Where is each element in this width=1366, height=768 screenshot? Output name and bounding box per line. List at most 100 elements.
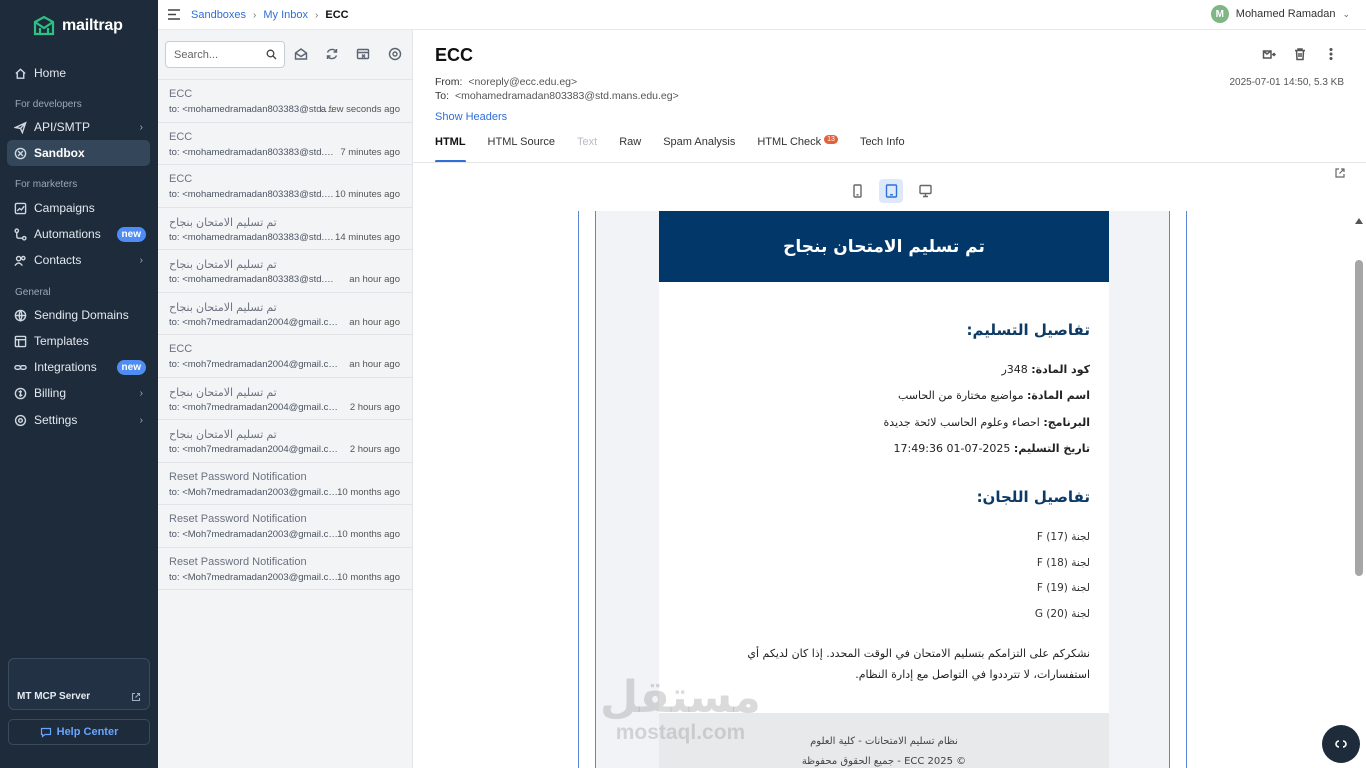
message-time: 10 months ago xyxy=(337,571,400,583)
search-input[interactable]: Search... xyxy=(165,41,285,68)
message-subject: Reset Password Notification xyxy=(169,470,307,483)
avatar: M xyxy=(1210,5,1229,23)
sidebar-item-label: Automations xyxy=(34,227,101,241)
tab-html-source[interactable]: HTML Source xyxy=(488,136,555,163)
tab-html[interactable]: HTML xyxy=(435,136,466,163)
message-list-pane: Search... ECC to: <mohamedramadan803383@s… xyxy=(158,30,413,768)
mcp-server-card[interactable]: MT MCP Server xyxy=(8,658,150,710)
trash-icon[interactable] xyxy=(1293,47,1307,66)
help-center-button[interactable]: Help Center xyxy=(8,719,150,745)
course-code-label: كود المادة: xyxy=(1031,363,1090,376)
list-item[interactable]: تم تسليم الامتحان بنجاح to: <moh7medramad… xyxy=(158,420,413,463)
sidebar-item-billing[interactable]: Billing › xyxy=(7,380,150,406)
breadcrumb-separator: › xyxy=(315,9,319,21)
message-time: 2 hours ago xyxy=(349,444,400,455)
list-item[interactable]: ECC to: <mohamedramadan803383@std.mans.ed… xyxy=(158,80,413,123)
message-subject: تم تسليم الامتحان بنجاح xyxy=(169,429,277,441)
user-name: Mohamed Ramadan xyxy=(1235,8,1336,20)
message-subject: ECC xyxy=(169,173,193,185)
external-link-icon xyxy=(131,692,141,702)
chat-widget-button[interactable] xyxy=(1322,725,1360,763)
menu-icon[interactable] xyxy=(168,9,180,20)
list-item[interactable]: Reset Password Notification to: <Moh7medr… xyxy=(158,548,413,590)
message-subject: تم تسليم الامتحان بنجاح xyxy=(169,259,277,271)
list-item[interactable]: Reset Password Notification to: <Moh7medr… xyxy=(158,463,413,505)
forward-icon[interactable] xyxy=(1262,47,1277,66)
mailtrap-logo-icon xyxy=(33,15,55,36)
sidebar-item-campaigns[interactable]: Campaigns xyxy=(7,195,150,221)
tab-text[interactable]: Text xyxy=(577,136,597,163)
sidebar-item-contacts[interactable]: Contacts › xyxy=(7,247,150,273)
tab-html-check[interactable]: HTML Check 13 xyxy=(757,135,838,163)
breadcrumb-my-inbox[interactable]: My Inbox xyxy=(263,9,308,21)
sidebar-item-settings[interactable]: Settings › xyxy=(7,407,150,433)
message-recipient: to: <moh7medramadan2004@gmail.com> xyxy=(169,444,339,455)
breadcrumb-separator: › xyxy=(253,9,257,21)
contacts-icon xyxy=(14,254,27,267)
sidebar-item-label: Templates xyxy=(34,334,89,348)
sidebar-item-home[interactable]: Home xyxy=(7,60,150,86)
list-item[interactable]: Reset Password Notification to: <Moh7medr… xyxy=(158,505,413,548)
desktop-view-icon[interactable] xyxy=(913,179,937,203)
refresh-icon[interactable] xyxy=(325,47,339,61)
message-time: 10 minutes ago xyxy=(335,189,400,200)
watermark: مستقل mostaql.com xyxy=(600,675,761,745)
message-subject: تم تسليم الامتحان بنجاح xyxy=(169,216,277,229)
scroll-thumb[interactable] xyxy=(1355,260,1363,576)
message-time: 2 hours ago xyxy=(349,401,400,413)
sidebar-item-templates[interactable]: Templates xyxy=(7,328,150,354)
external-link-icon[interactable] xyxy=(1334,167,1346,179)
new-badge: new xyxy=(116,359,146,375)
committees-heading: تفاصيل اللجان: xyxy=(976,488,1090,506)
tab-raw[interactable]: Raw xyxy=(619,136,641,163)
clear-inbox-icon[interactable] xyxy=(356,47,370,61)
sidebar-item-integrations[interactable]: Integrations new xyxy=(7,354,150,380)
sidebar-item-label: Campaigns xyxy=(34,201,95,215)
show-headers-link[interactable]: Show Headers xyxy=(435,111,507,123)
sidebar-item-label: Home xyxy=(34,66,67,80)
gear-icon[interactable] xyxy=(388,47,402,61)
mobile-view-icon[interactable] xyxy=(845,179,869,203)
list-item[interactable]: تم تسليم الامتحان بنجاح to: <moh7medramad… xyxy=(158,378,413,420)
mark-read-icon[interactable] xyxy=(294,47,308,61)
tab-tech-info[interactable]: Tech Info xyxy=(860,136,905,163)
tab-spam-analysis[interactable]: Spam Analysis xyxy=(663,136,735,163)
tablet-view-icon[interactable] xyxy=(879,179,903,203)
sidebar-item-sending-domains[interactable]: Sending Domains xyxy=(7,302,150,328)
course-code-value: 348ر xyxy=(1001,363,1028,376)
tab-html-check-label: HTML Check xyxy=(757,136,822,148)
logo[interactable]: mailtrap xyxy=(32,14,123,38)
sidebar-item-api-smtp[interactable]: API/SMTP › xyxy=(7,114,150,140)
preview-scrollbar[interactable] xyxy=(1355,218,1363,768)
more-options-icon[interactable] xyxy=(1324,47,1338,66)
list-item[interactable]: تم تسليم الامتحان بنجاح to: <mohamedramad… xyxy=(158,208,413,250)
message-subject: تم تسليم الامتحان بنجاح xyxy=(169,301,277,314)
list-item[interactable]: تم تسليم الامتحان بنجاح to: <moh7medramad… xyxy=(158,293,413,335)
sidebar-item-sandbox[interactable]: Sandbox xyxy=(7,140,150,166)
chevron-right-icon: › xyxy=(139,387,143,399)
automation-icon xyxy=(14,227,27,241)
list-item[interactable]: ECC to: <moh7medramadan2004@gmail.com> an … xyxy=(158,335,413,378)
list-item[interactable]: تم تسليم الامتحان بنجاح to: <mohamedramad… xyxy=(158,250,413,293)
message-time: an hour ago xyxy=(349,316,400,328)
breadcrumb-sandboxes[interactable]: Sandboxes xyxy=(191,9,246,21)
to-label: To: xyxy=(435,90,450,102)
user-menu[interactable]: M Mohamed Ramadan ⌄ xyxy=(1210,5,1350,23)
message-recipient: to: <moh7medramadan2004@gmail.com> xyxy=(169,359,339,370)
from-address: <noreply@ecc.edu.eg> xyxy=(468,76,578,88)
sidebar-item-automations[interactable]: Automations new xyxy=(7,221,150,247)
watermark-latin: mostaql.com xyxy=(615,721,746,744)
from-label: From: xyxy=(435,76,463,88)
scroll-up-arrow-icon[interactable] xyxy=(1355,218,1363,224)
submission-date-value: 2025-07-01 17:49:36 xyxy=(893,442,1011,455)
list-item[interactable]: ECC to: <mohamedramadan803383@std.mans.ed… xyxy=(158,165,413,208)
message-recipient: to: <mohamedramadan803383@std.mans.edu.e… xyxy=(169,231,339,243)
sidebar-item-label: Billing xyxy=(34,386,67,400)
sidebar-item-label: Contacts xyxy=(34,253,82,267)
help-center-label: Help Center xyxy=(56,726,119,738)
list-item[interactable]: ECC to: <mohamedramadan803383@std.mans.ed… xyxy=(158,123,413,165)
message-meta: 2025-07-01 14:50, 5.3 KB xyxy=(1229,77,1344,88)
tabs-divider xyxy=(413,162,1366,163)
thanks-paragraph: نشكركم على التزامكم بتسليم الامتحان في ا… xyxy=(747,647,1090,681)
home-icon xyxy=(14,67,27,80)
